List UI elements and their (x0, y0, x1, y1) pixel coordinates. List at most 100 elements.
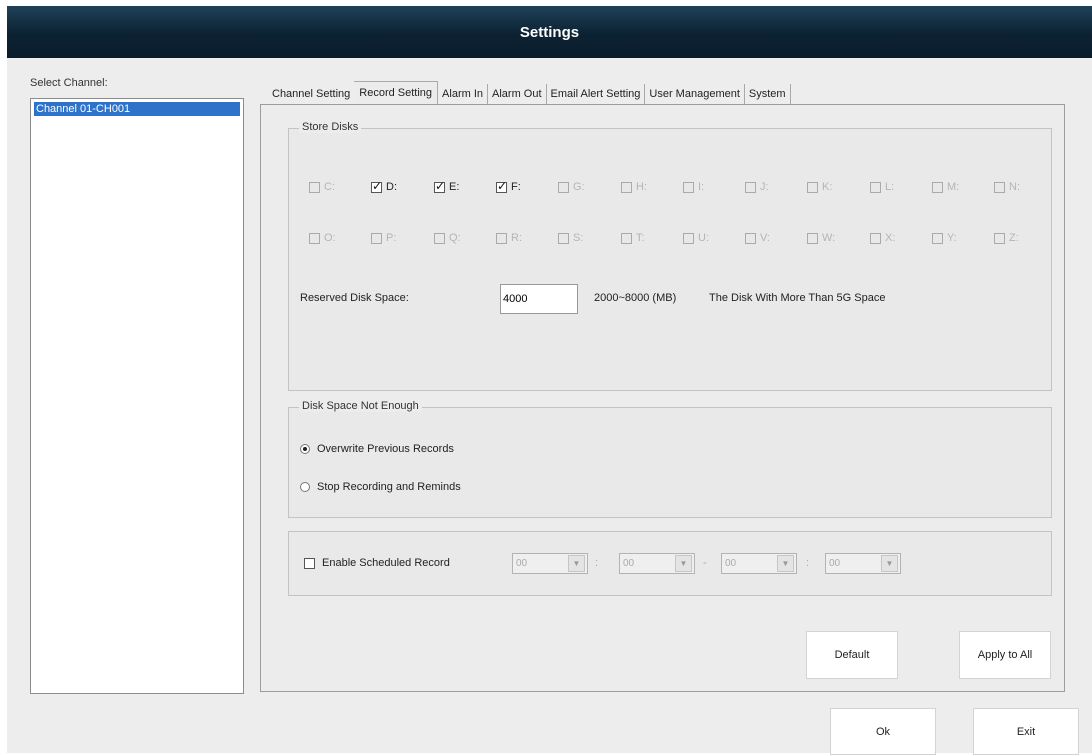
drive-checkbox (807, 232, 818, 244)
apply-to-all-button[interactable]: Apply to All (959, 631, 1051, 679)
overwrite-label: Overwrite Previous Records (317, 443, 454, 455)
drive-label: R: (511, 232, 522, 244)
start-minute-select[interactable]: 00 ▼ (619, 553, 695, 574)
drive-checkbox (994, 232, 1005, 244)
schedule-group: Enable Scheduled Record 00 ▼ : 00 ▼ - 00… (288, 531, 1052, 596)
overwrite-radio[interactable] (300, 444, 310, 454)
drive-checkbox (994, 181, 1005, 193)
select-channel-label: Select Channel: (30, 77, 108, 89)
tab-channel-setting[interactable]: Channel Setting (269, 84, 355, 104)
tab-record-setting[interactable]: Record Setting (354, 81, 439, 104)
drive-checkbox (621, 232, 632, 244)
time-colon-1: : (595, 557, 599, 569)
channel-list[interactable]: Channel 01-CH001 (30, 98, 244, 694)
drive-label: Z: (1009, 232, 1019, 244)
drive-w-option: W: (807, 232, 835, 244)
stop-recording-radio[interactable] (300, 482, 310, 492)
drive-t-option: T: (621, 232, 645, 244)
drive-label: V: (760, 232, 770, 244)
start-minute-value: 00 (623, 558, 635, 569)
reserved-disk-input[interactable] (500, 284, 578, 314)
tab-alarm-in[interactable]: Alarm In (438, 84, 489, 104)
drive-i-option: I: (683, 181, 704, 193)
drive-checkbox (621, 181, 632, 193)
tab-email-alert-setting[interactable]: Email Alert Setting (546, 84, 646, 104)
drive-checkbox (870, 232, 881, 244)
drive-label: G: (573, 181, 585, 193)
drive-label: D: (386, 181, 397, 193)
drive-checkbox (807, 181, 818, 193)
drive-checkbox[interactable] (496, 179, 507, 193)
drive-label: W: (822, 232, 836, 244)
tab-system[interactable]: System (744, 84, 791, 104)
reserved-disk-label-row: Reserved Disk Space: (300, 292, 409, 304)
drive-e-option[interactable]: E: (434, 179, 460, 193)
drive-z-option: Z: (994, 232, 1019, 244)
chevron-down-icon: ▼ (675, 555, 692, 572)
drive-v-option: V: (745, 232, 770, 244)
store-disks-title: Store Disks (299, 121, 362, 133)
drive-checkbox (683, 232, 694, 244)
drive-checkbox[interactable] (434, 179, 445, 193)
drive-checkbox (870, 181, 881, 193)
drive-label: S: (573, 232, 584, 244)
drive-label: P: (386, 232, 397, 244)
schedule-checkbox[interactable] (304, 557, 315, 569)
drive-l-option: L: (870, 181, 894, 193)
drive-label: K: (822, 181, 833, 193)
drive-d-option[interactable]: D: (371, 179, 397, 193)
reserved-disk-range: 2000~8000 (MB) (594, 292, 677, 304)
reserved-disk-note: The Disk With More Than 5G Space (709, 292, 886, 304)
drive-y-option: Y: (932, 232, 957, 244)
end-hour-value: 00 (725, 558, 737, 569)
drive-label: Q: (449, 232, 461, 244)
drive-m-option: M: (932, 181, 959, 193)
drive-f-option[interactable]: F: (496, 179, 521, 193)
start-hour-select[interactable]: 00 ▼ (512, 553, 588, 574)
ok-button[interactable]: Ok (830, 708, 936, 755)
drive-checkbox (745, 232, 756, 244)
disk-space-group: Disk Space Not Enough Overwrite Previous… (288, 400, 1052, 518)
drive-label: E: (449, 181, 460, 193)
drive-checkbox (932, 181, 943, 193)
drive-label: H: (636, 181, 647, 193)
drive-checkbox (558, 181, 569, 193)
chevron-down-icon: ▼ (777, 555, 794, 572)
end-minute-select[interactable]: 00 ▼ (825, 553, 901, 574)
drive-checkbox (434, 232, 445, 244)
channel-list-item[interactable]: Channel 01-CH001 (34, 102, 240, 116)
title-bar: Settings (7, 6, 1092, 58)
overwrite-option[interactable]: Overwrite Previous Records (300, 443, 454, 455)
drive-checkbox[interactable] (371, 179, 382, 193)
drive-label: Y: (947, 232, 957, 244)
drive-label: M: (947, 181, 960, 193)
exit-button[interactable]: Exit (973, 708, 1079, 755)
drive-checkbox (309, 181, 320, 193)
drive-r-option: R: (496, 232, 522, 244)
schedule-enable[interactable]: Enable Scheduled Record (304, 557, 450, 569)
drive-label: L: (885, 181, 895, 193)
drive-checkbox (683, 181, 694, 193)
drive-x-option: X: (870, 232, 895, 244)
schedule-label: Enable Scheduled Record (322, 557, 450, 569)
chevron-down-icon: ▼ (881, 555, 898, 572)
drive-label: I: (698, 181, 705, 193)
tab-alarm-out[interactable]: Alarm Out (488, 84, 547, 104)
drive-checkbox (371, 232, 382, 244)
drive-q-option: Q: (434, 232, 461, 244)
drive-checkbox (309, 232, 320, 244)
drive-checkbox (496, 232, 507, 244)
settings-tabs: Channel Setting Record Setting Alarm In … (269, 81, 791, 104)
stop-recording-option[interactable]: Stop Recording and Reminds (300, 481, 461, 493)
tab-user-management[interactable]: User Management (645, 84, 745, 104)
drive-u-option: U: (683, 232, 709, 244)
default-button[interactable]: Default (806, 631, 898, 679)
drive-label: T: (636, 232, 645, 244)
stop-recording-label: Stop Recording and Reminds (317, 481, 461, 493)
window-title: Settings (519, 23, 580, 41)
drive-j-option: J: (745, 181, 769, 193)
end-hour-select[interactable]: 00 ▼ (721, 553, 797, 574)
drive-label: C: (324, 181, 335, 193)
drive-k-option: K: (807, 181, 832, 193)
drive-checkbox (745, 181, 756, 193)
